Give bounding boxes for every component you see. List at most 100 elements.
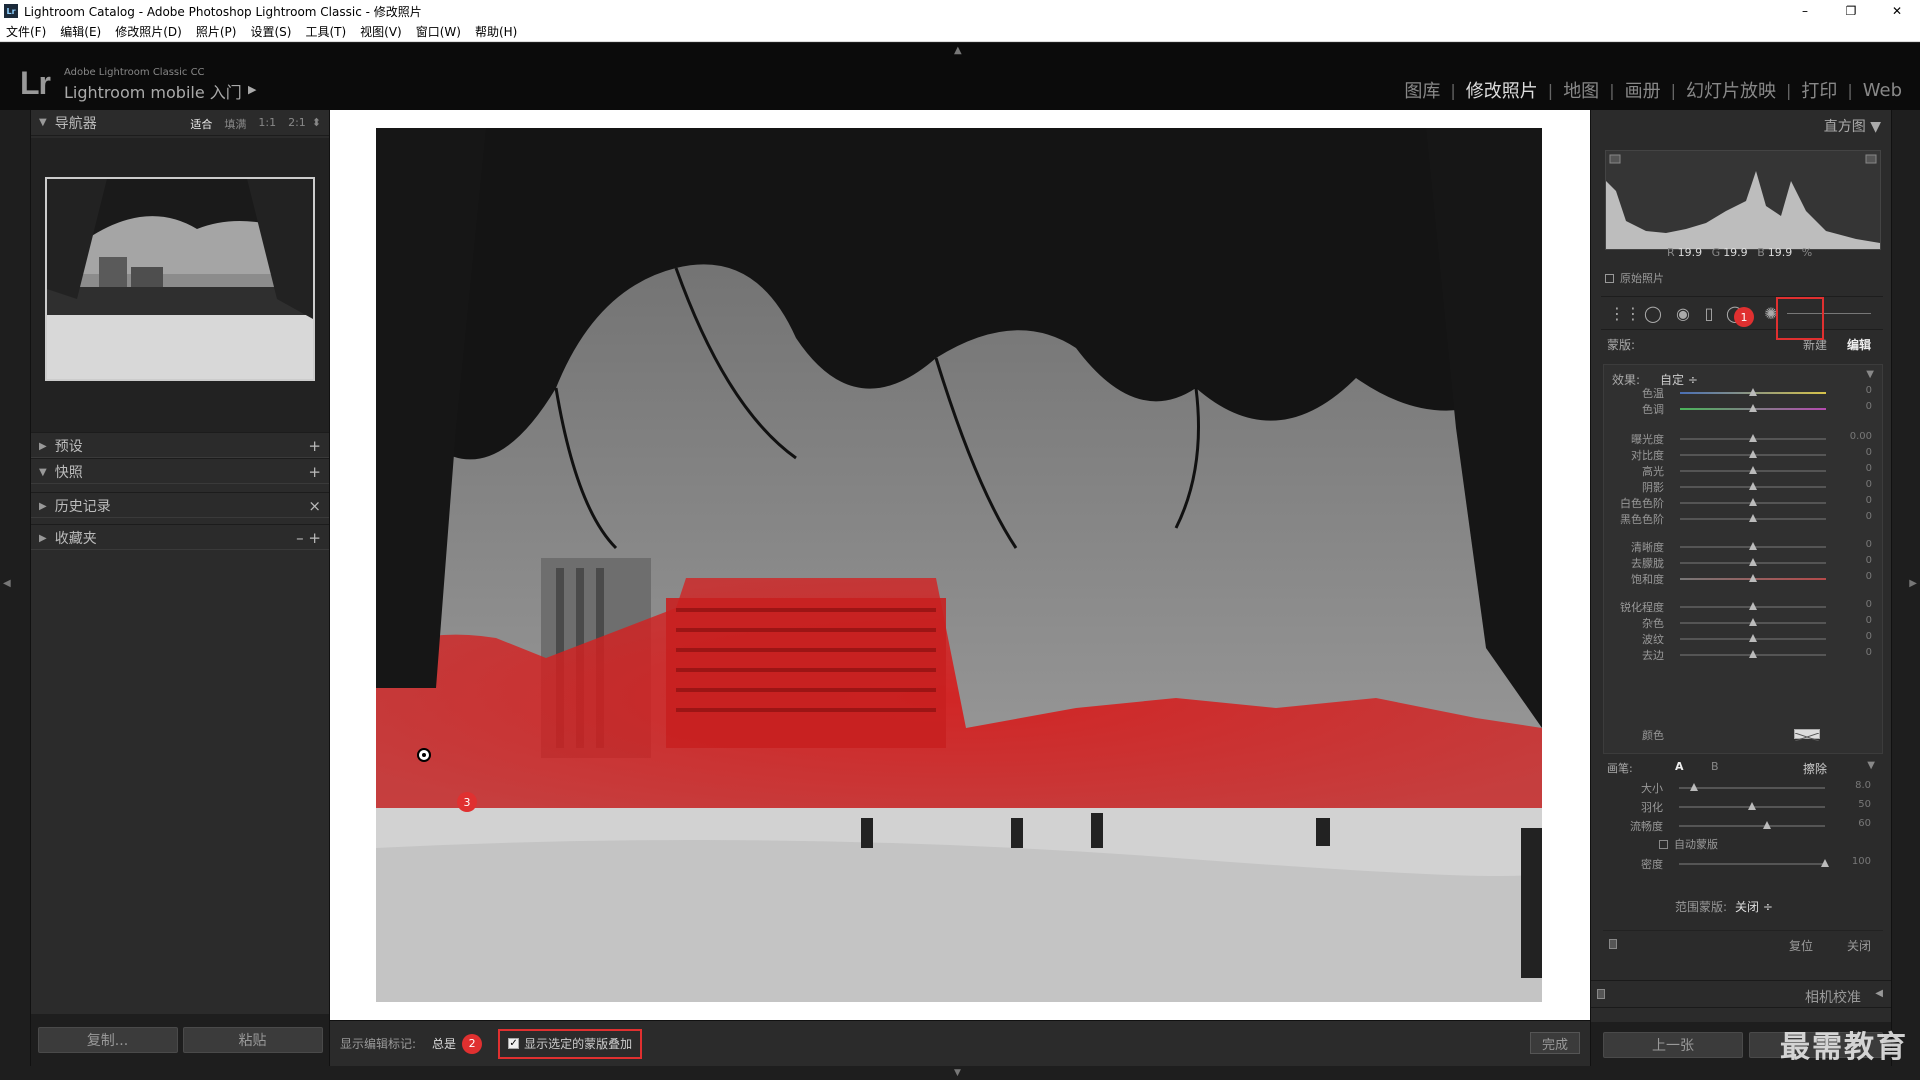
menu-file[interactable]: 文件(F)	[6, 23, 46, 40]
slider-thumb[interactable]	[1749, 404, 1757, 412]
zoom-fill[interactable]: 填满	[224, 116, 246, 132]
slider-value[interactable]: 0	[1866, 599, 1872, 610]
slider-thumb[interactable]	[1749, 634, 1757, 642]
slider-value[interactable]: 0	[1866, 495, 1872, 506]
zoom-stepper-icon[interactable]: ⬍	[312, 116, 321, 132]
slider-track[interactable]	[1680, 450, 1826, 458]
collections-actions[interactable]: – +	[296, 529, 321, 547]
panel-switch-icon[interactable]	[1597, 989, 1605, 999]
brush-a-tab[interactable]: A	[1675, 760, 1684, 773]
menu-photo[interactable]: 照片(P)	[196, 23, 237, 40]
navigator-thumbnail[interactable]	[45, 177, 315, 381]
slider-thumb[interactable]	[1749, 650, 1757, 658]
reset-button[interactable]: 复位	[1789, 937, 1813, 954]
red-eye-icon[interactable]: ◉	[1673, 305, 1693, 323]
brush-density-slider[interactable]: 密度 100	[1603, 856, 1883, 872]
camera-calibration-panel[interactable]: 相机校准 ◀	[1591, 980, 1891, 1008]
slider-thumb[interactable]	[1749, 542, 1757, 550]
slider-value[interactable]: 8.0	[1855, 780, 1871, 791]
paste-settings-button[interactable]: 粘贴	[182, 1027, 323, 1053]
show-mask-overlay-toggle[interactable]: ✓ 显示选定的蒙版叠加	[498, 1028, 643, 1059]
menu-develop[interactable]: 修改照片(D)	[115, 23, 182, 40]
slider-value[interactable]: 0	[1866, 447, 1872, 458]
presets-panel[interactable]: ▶ 预设 +	[31, 432, 329, 458]
slider-value[interactable]: 0	[1866, 615, 1872, 626]
module-map[interactable]: 地图	[1557, 77, 1605, 103]
triangle-down-icon[interactable]: ▼	[1867, 760, 1875, 771]
close-button[interactable]: 关闭	[1847, 937, 1871, 954]
checkbox-icon[interactable]	[1659, 839, 1668, 849]
color-swatch[interactable]	[1794, 729, 1820, 742]
navigator-header[interactable]: ▼ 导航器 适合 填满 1:1 2:1 ⬍	[31, 110, 329, 136]
add-preset-button[interactable]: +	[308, 437, 321, 455]
effect-slider[interactable]: 锐化程度 0	[1604, 599, 1884, 615]
mask-edit-button[interactable]: 编辑	[1847, 336, 1871, 353]
effect-slider[interactable]: 白色色阶 0	[1604, 495, 1884, 511]
effect-slider[interactable]: 曝光度 0.00	[1604, 431, 1884, 447]
slider-thumb[interactable]	[1749, 618, 1757, 626]
panel-switch-icon[interactable]	[1609, 939, 1617, 949]
original-photo-toggle[interactable]: 原始照片	[1605, 270, 1664, 286]
slider-track[interactable]	[1680, 558, 1826, 566]
slider-value[interactable]: 100	[1852, 856, 1871, 867]
slider-thumb[interactable]	[1689, 783, 1698, 791]
slider-value[interactable]: 50	[1858, 799, 1871, 810]
zoom-1-1[interactable]: 1:1	[258, 116, 276, 132]
effect-slider[interactable]: 去边 0	[1604, 647, 1884, 663]
slider-track[interactable]	[1680, 514, 1826, 522]
brush-flow-slider[interactable]: 流畅度 60	[1603, 818, 1883, 834]
play-arrow-icon[interactable]: ▶	[248, 83, 256, 96]
slider-thumb[interactable]	[1749, 482, 1757, 490]
slider-track[interactable]	[1680, 466, 1826, 474]
slider-thumb[interactable]	[1748, 802, 1756, 810]
slider-track[interactable]	[1679, 783, 1825, 791]
effect-slider[interactable]: 清晰度 0	[1604, 539, 1884, 555]
module-print[interactable]: 打印	[1795, 77, 1843, 103]
slider-value[interactable]: 0	[1866, 539, 1872, 550]
zoom-fit[interactable]: 适合	[190, 116, 212, 132]
slider-value[interactable]: 0	[1866, 401, 1872, 412]
brush-feather-slider[interactable]: 羽化 50	[1603, 799, 1883, 815]
slider-track[interactable]	[1680, 482, 1826, 490]
slider-value[interactable]: 0	[1866, 571, 1872, 582]
collapse-left-panel-icon[interactable]: ◀	[3, 578, 11, 589]
slider-track[interactable]	[1680, 434, 1826, 442]
slider-value[interactable]: 0	[1866, 479, 1872, 490]
slider-thumb[interactable]	[1749, 514, 1757, 522]
slider-value[interactable]: 0	[1866, 647, 1872, 658]
lightroom-mobile-link[interactable]: Lightroom mobile 入门	[64, 79, 242, 103]
graduated-filter-icon[interactable]: ▯	[1699, 305, 1719, 323]
slider-track[interactable]	[1680, 498, 1826, 506]
effect-slider[interactable]: 饱和度 0	[1604, 571, 1884, 587]
module-library[interactable]: 图库	[1398, 77, 1446, 103]
slider-track[interactable]	[1680, 618, 1826, 626]
effect-slider[interactable]: 色温 0	[1604, 385, 1884, 401]
slider-track[interactable]	[1680, 388, 1826, 396]
slider-thumb[interactable]	[1749, 574, 1757, 582]
slider-track[interactable]	[1680, 404, 1826, 412]
slider-thumb[interactable]	[1749, 558, 1757, 566]
snapshots-panel[interactable]: ▼ 快照 +	[31, 458, 329, 484]
slider-thumb[interactable]	[1749, 498, 1757, 506]
menu-view[interactable]: 视图(V)	[360, 23, 402, 40]
crop-overlay-icon[interactable]: ⋮⋮	[1609, 305, 1641, 323]
module-develop[interactable]: 修改照片	[1460, 77, 1544, 103]
menu-tools[interactable]: 工具(T)	[305, 23, 346, 40]
show-edit-pins-select[interactable]: 总是	[432, 1035, 456, 1052]
slider-track[interactable]	[1680, 634, 1826, 642]
slider-value[interactable]: 0	[1866, 631, 1872, 642]
slider-value[interactable]: 0	[1866, 555, 1872, 566]
minimize-button[interactable]: –	[1782, 0, 1828, 22]
brush-size-slider[interactable]: 大小 8.0	[1603, 780, 1883, 796]
effect-slider[interactable]: 阴影 0	[1604, 479, 1884, 495]
close-window-button[interactable]: ✕	[1874, 0, 1920, 22]
effect-slider[interactable]: 对比度 0	[1604, 447, 1884, 463]
menu-window[interactable]: 窗口(W)	[416, 23, 461, 40]
slider-thumb[interactable]	[1762, 821, 1771, 829]
effect-slider[interactable]: 色调 0	[1604, 401, 1884, 417]
slider-track[interactable]	[1679, 802, 1825, 810]
brush-erase-tab[interactable]: 擦除	[1803, 760, 1827, 777]
collapse-filmstrip-icon[interactable]: ▼	[954, 1068, 961, 1078]
slider-thumb[interactable]	[1749, 388, 1757, 396]
effect-slider[interactable]: 黑色色阶 0	[1604, 511, 1884, 527]
